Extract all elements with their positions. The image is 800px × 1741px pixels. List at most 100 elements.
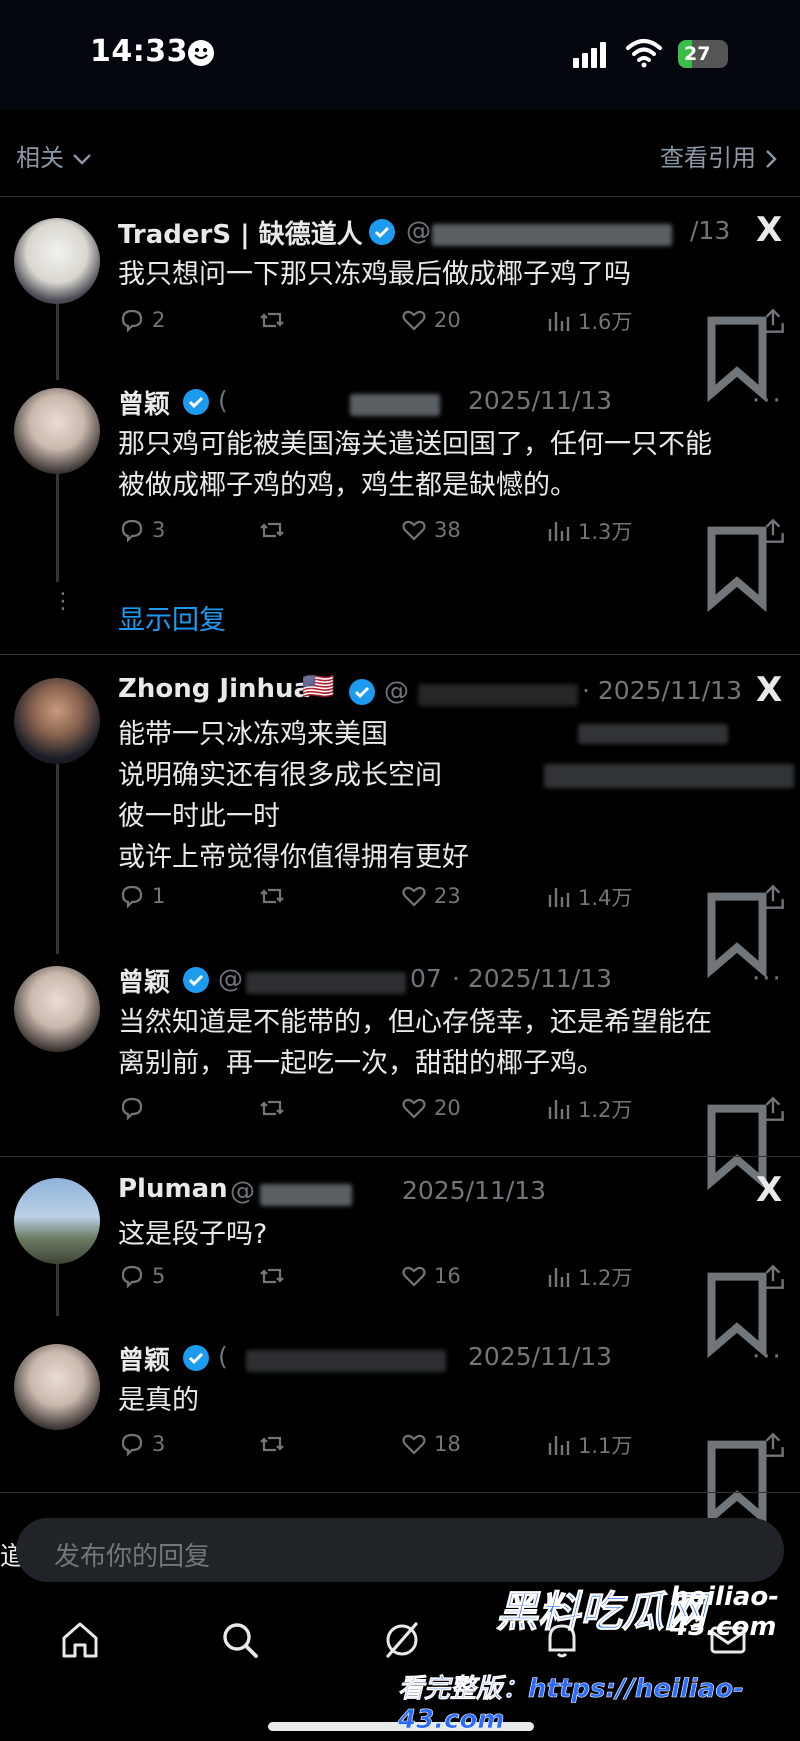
like-button[interactable]: 20 (400, 1094, 461, 1122)
thread-line (56, 292, 59, 380)
author-name[interactable]: 曾颖 (118, 384, 170, 421)
search-icon[interactable] (218, 1618, 262, 1662)
author-handle[interactable]: ( (218, 386, 228, 415)
tweet-text: 是真的 (118, 1385, 199, 1416)
share-icon[interactable] (758, 1430, 788, 1460)
home-icon[interactable] (58, 1618, 102, 1662)
author-name[interactable]: TraderS | 缺德道人 (118, 214, 363, 251)
tweet-text: 那只鸡可能被美国海关遣送回国了，任何一只不能 被做成椰子鸡的鸡，鸡生都是缺憾的。 (118, 429, 712, 501)
watermark-domain: heiliao-43.com (670, 1582, 780, 1642)
author-handle[interactable]: ( (218, 1342, 228, 1371)
reply-input[interactable]: 发布你的回复 (16, 1518, 784, 1582)
views-button[interactable]: 1.2万 (544, 1094, 632, 1124)
author-handle[interactable]: @ (406, 216, 431, 245)
share-icon[interactable] (758, 306, 788, 336)
author-handle[interactable]: @ (384, 676, 409, 705)
reply-button[interactable]: 2 (118, 306, 165, 334)
heart-icon (402, 310, 426, 331)
views-button[interactable]: 1.4万 (544, 882, 632, 912)
avatar[interactable] (14, 388, 100, 474)
retweet-button[interactable] (258, 1430, 292, 1458)
share-icon[interactable] (758, 1262, 788, 1292)
view-quotes-link[interactable]: 查看引用 (660, 138, 778, 173)
like-button[interactable]: 23 (400, 882, 461, 910)
avatar[interactable] (14, 1344, 100, 1430)
like-count: 20 (434, 308, 461, 332)
tweet-date[interactable]: 2025/11/13 (468, 1342, 612, 1371)
view-count: 1.4万 (578, 886, 633, 910)
like-button[interactable]: 16 (400, 1262, 461, 1290)
author-name[interactable]: 曾颖 (118, 962, 170, 999)
reply-button[interactable]: 3 (118, 1430, 165, 1458)
heart-icon (402, 1434, 426, 1455)
views-icon (548, 1436, 570, 1455)
like-count: 38 (434, 518, 461, 542)
share-icon[interactable] (758, 1094, 788, 1124)
divider (0, 1156, 800, 1157)
reply-button[interactable]: 3 (118, 516, 165, 544)
battery-level: 27 (684, 43, 711, 65)
related-dropdown[interactable]: 相关 (16, 138, 92, 173)
views-button[interactable]: 1.2万 (544, 1262, 632, 1292)
tweet-actions: 20 1.2万 (118, 1094, 788, 1191)
reply-button[interactable]: 5 (118, 1262, 165, 1290)
more-options-icon[interactable]: ··· (752, 1342, 783, 1372)
retweet-button[interactable] (258, 306, 292, 334)
like-button[interactable]: 38 (400, 516, 461, 544)
show-replies-link[interactable]: 显示回复 (118, 598, 226, 637)
retweet-icon (260, 312, 284, 328)
avatar[interactable] (14, 218, 100, 304)
thread-line (56, 472, 59, 582)
like-button[interactable]: 20 (400, 306, 461, 334)
views-button[interactable]: 1.6万 (544, 306, 632, 336)
chevron-down-icon (72, 154, 91, 165)
avatar[interactable] (14, 678, 100, 764)
retweet-button[interactable] (258, 1262, 292, 1290)
share-icon[interactable] (758, 516, 788, 546)
view-count: 1.1万 (578, 1434, 633, 1458)
thread-line (56, 762, 59, 954)
retweet-button[interactable] (258, 516, 292, 544)
reply-count: 3 (152, 1432, 166, 1456)
divider (0, 1492, 800, 1493)
view-quotes-label: 查看引用 (660, 144, 756, 172)
obscured-overlay (578, 724, 728, 744)
tweet-actions: 3 38 1.3万 (118, 516, 788, 613)
x-logo-icon: X (756, 210, 783, 250)
retweet-button[interactable] (258, 882, 292, 910)
author-name[interactable]: 曾颖 (118, 1340, 170, 1377)
blurred-handle (246, 972, 406, 994)
tweet-actions: 3 18 1.1万 (118, 1430, 788, 1527)
grok-icon[interactable] (380, 1618, 424, 1662)
avatar[interactable] (14, 1178, 100, 1264)
more-options-icon[interactable]: ··· (752, 386, 783, 416)
author-name[interactable]: Pluman (118, 1174, 228, 1204)
tweet-date[interactable]: 2025/11/13 (402, 1176, 546, 1205)
us-flag-icon: 🇺🇸 (302, 672, 335, 702)
tweet-date[interactable]: 2025/11/13 (468, 386, 612, 415)
views-button[interactable]: 1.1万 (544, 1430, 632, 1460)
thread-line (56, 1264, 59, 1316)
tweet-actions: 1 23 1.4万 (118, 882, 788, 979)
author-handle[interactable]: @ (230, 1176, 255, 1205)
more-options-icon[interactable]: ··· (752, 964, 783, 994)
reply-count: 1 (152, 884, 166, 908)
avatar[interactable] (14, 966, 100, 1052)
author-handle[interactable]: @ (218, 964, 243, 993)
like-button[interactable]: 18 (400, 1430, 461, 1458)
views-icon (548, 1100, 570, 1119)
wifi-icon (626, 39, 662, 68)
verified-badge-icon (183, 1345, 209, 1371)
share-icon[interactable] (758, 882, 788, 912)
tweet-date[interactable]: · 2025/11/13 (452, 964, 612, 993)
focus-mode-icon (188, 40, 214, 66)
author-name[interactable]: Zhong Jinhua (118, 674, 311, 704)
reply-count: 2 (152, 308, 166, 332)
battery-icon: 27 (678, 40, 728, 68)
tweet-date[interactable]: · 2025/11/13 (582, 676, 742, 705)
views-button[interactable]: 1.3万 (544, 516, 632, 546)
retweet-button[interactable] (258, 1094, 292, 1122)
reply-button[interactable]: 1 (118, 882, 165, 910)
tweet-date[interactable]: /13 (690, 216, 730, 245)
reply-button[interactable] (118, 1094, 152, 1122)
